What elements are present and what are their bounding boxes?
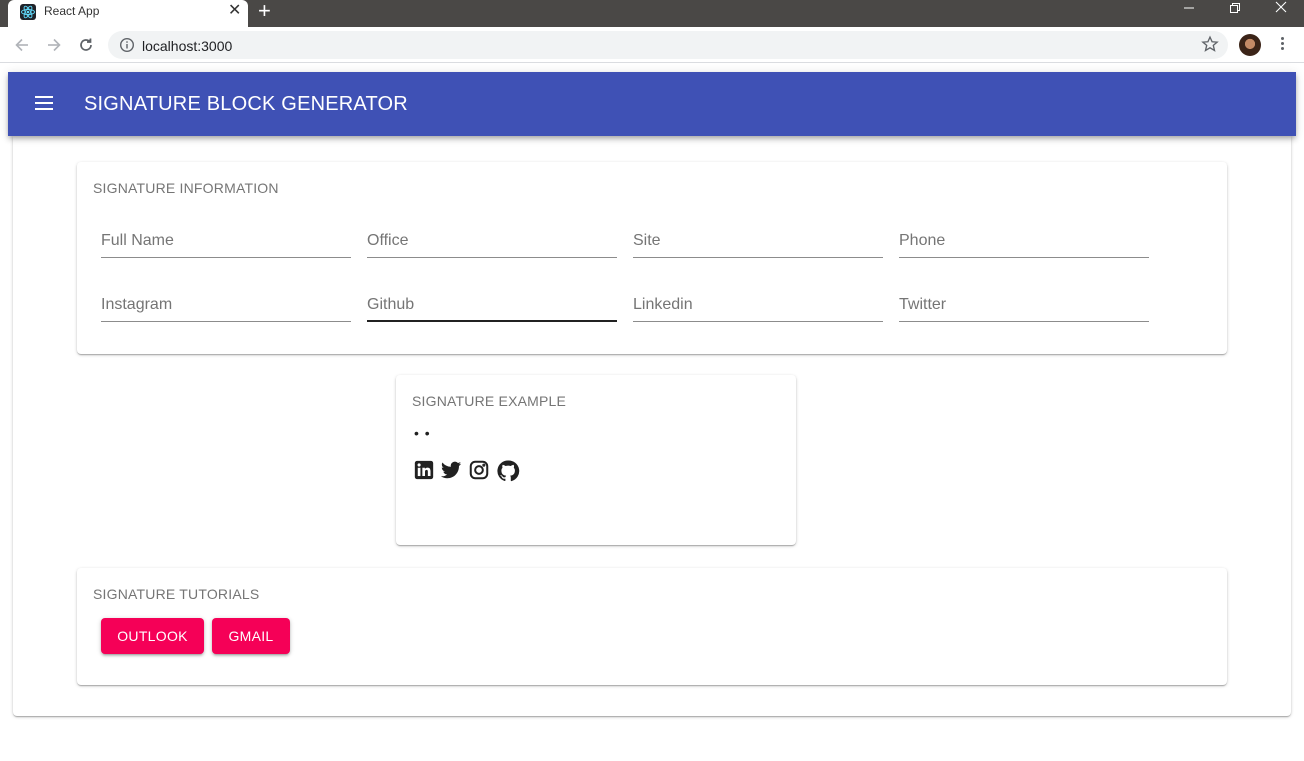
phone-field[interactable] [899, 226, 1149, 258]
browser-tab-strip: React App ✕ + [0, 0, 1304, 27]
full-name-field[interactable] [101, 226, 351, 258]
browser-tab[interactable]: React App ✕ [8, 0, 248, 27]
phone-input[interactable] [899, 226, 1149, 256]
tab-close-icon[interactable]: ✕ [228, 2, 241, 20]
signature-tutorials-card: SIGNATURE TUTORIALS OUTLOOK GMAIL [77, 568, 1227, 685]
new-tab-button[interactable]: + [258, 0, 271, 23]
signature-information-heading: SIGNATURE INFORMATION [93, 180, 279, 196]
linkedin-field[interactable] [633, 290, 883, 322]
hamburger-menu-icon[interactable] [32, 92, 56, 116]
site-field[interactable] [633, 226, 883, 258]
back-arrow-icon[interactable] [10, 33, 34, 57]
linkedin-input[interactable] [633, 290, 883, 320]
full-name-input[interactable] [101, 226, 351, 256]
office-field[interactable] [367, 226, 617, 258]
signature-example-heading: SIGNATURE EXAMPLE [412, 393, 567, 409]
minimize-button[interactable] [1166, 0, 1212, 22]
info-icon[interactable] [119, 37, 135, 58]
signature-tutorials-heading: SIGNATURE TUTORIALS [93, 586, 260, 602]
forward-arrow-icon[interactable] [42, 33, 66, 57]
react-favicon-icon [20, 4, 36, 20]
instagram-input[interactable] [101, 290, 351, 320]
reload-icon[interactable] [74, 33, 98, 57]
browser-toolbar: localhost:3000 [0, 27, 1304, 63]
outlook-button[interactable]: OUTLOOK [101, 618, 204, 654]
restore-button[interactable] [1212, 0, 1258, 22]
window-close-button[interactable] [1258, 0, 1304, 22]
github-input[interactable] [367, 290, 617, 320]
address-bar[interactable]: localhost:3000 [108, 31, 1228, 59]
twitter-icon[interactable] [440, 459, 464, 483]
linkedin-icon[interactable] [413, 459, 437, 483]
site-input[interactable] [633, 226, 883, 256]
github-field[interactable] [367, 290, 617, 322]
app-title: SIGNATURE BLOCK GENERATOR [84, 93, 408, 115]
office-input[interactable] [367, 226, 617, 256]
gmail-button[interactable]: GMAIL [212, 618, 290, 654]
signature-preview-text: • • [414, 425, 431, 441]
star-icon[interactable] [1201, 35, 1219, 58]
twitter-input[interactable] [899, 290, 1149, 320]
url-text: localhost:3000 [142, 38, 233, 54]
more-vert-icon[interactable] [1274, 35, 1290, 55]
signature-example-card: SIGNATURE EXAMPLE • • [396, 375, 796, 545]
profile-avatar[interactable] [1239, 34, 1261, 56]
app-bar: SIGNATURE BLOCK GENERATOR [8, 72, 1296, 136]
github-icon[interactable] [496, 459, 520, 483]
tab-title: React App [44, 4, 100, 18]
twitter-field[interactable] [899, 290, 1149, 322]
instagram-icon[interactable] [468, 459, 492, 483]
instagram-field[interactable] [101, 290, 351, 322]
page-viewport: SIGNATURE BLOCK GENERATOR SIGNATURE INFO… [0, 64, 1304, 761]
signature-information-card: SIGNATURE INFORMATION [77, 162, 1227, 354]
